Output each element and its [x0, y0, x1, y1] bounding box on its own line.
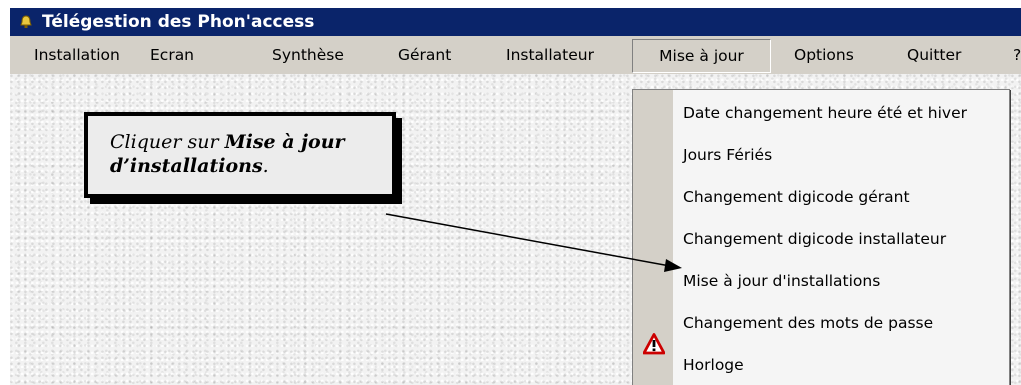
menu-mise-a-jour[interactable]: Mise à jour — [632, 39, 771, 73]
application-window: Télégestion des Phon'access Installation… — [10, 8, 1021, 385]
menu-item-mots-de-passe[interactable]: Changement des mots de passe — [683, 309, 933, 337]
menu-synthese[interactable]: Synthèse — [272, 36, 344, 74]
callout-text: Cliquer sur Mise à jour d’installations. — [110, 130, 390, 178]
menu-options[interactable]: Options — [794, 36, 854, 74]
callout-suffix: . — [262, 155, 269, 177]
title-bar[interactable]: Télégestion des Phon'access — [10, 8, 1021, 36]
menu-item-horloge[interactable]: Horloge — [683, 351, 744, 379]
menu-item-digicode-installateur[interactable]: Changement digicode installateur — [683, 225, 946, 253]
menu-bar: Installation Ecran Synthèse Gérant Insta… — [10, 36, 1021, 74]
mise-a-jour-dropdown: Date changement heure été et hiver Jours… — [632, 89, 1010, 385]
callout-prefix: Cliquer sur — [110, 131, 225, 153]
menu-item-mise-a-jour-installations[interactable]: Mise à jour d'installations — [683, 267, 880, 295]
menu-quitter[interactable]: Quitter — [907, 36, 961, 74]
menu-help[interactable]: ? — [1013, 36, 1021, 74]
menu-installateur[interactable]: Installateur — [506, 36, 594, 74]
bell-icon — [20, 15, 32, 28]
instruction-callout: Cliquer sur Mise à jour d’installations. — [84, 112, 396, 198]
menu-ecran[interactable]: Ecran — [150, 36, 194, 74]
menu-item-jours-feries[interactable]: Jours Fériés — [683, 141, 772, 169]
menu-gerant[interactable]: Gérant — [398, 36, 451, 74]
menu-item-digicode-gerant[interactable]: Changement digicode gérant — [683, 183, 910, 211]
window-title: Télégestion des Phon'access — [42, 12, 315, 32]
warning-icon — [643, 333, 665, 355]
menu-item-date-changement[interactable]: Date changement heure été et hiver — [683, 99, 967, 127]
menu-installation[interactable]: Installation — [34, 36, 120, 74]
